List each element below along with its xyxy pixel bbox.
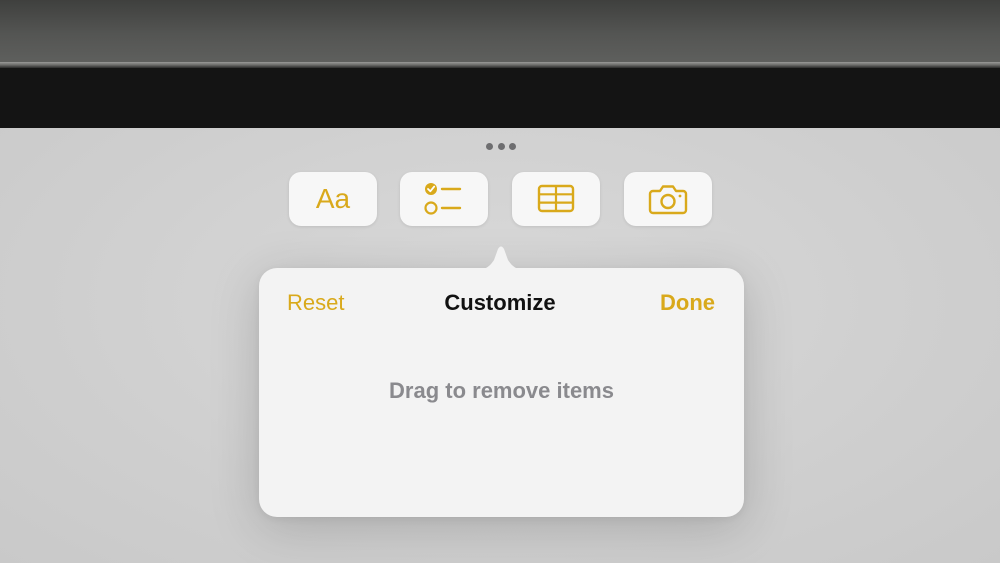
checklist-icon xyxy=(424,183,462,215)
device-bezel xyxy=(0,68,1000,128)
ellipsis-dot xyxy=(497,142,505,150)
table-icon xyxy=(537,184,575,213)
ellipsis-dot xyxy=(509,142,516,150)
done-button[interactable]: Done xyxy=(660,290,715,316)
checklist-button[interactable] xyxy=(400,172,488,226)
device-frame-top xyxy=(0,0,1000,62)
ellipsis-icon[interactable] xyxy=(486,141,516,151)
ellipsis-dot xyxy=(486,142,493,150)
camera-button[interactable] xyxy=(624,172,712,226)
reset-button[interactable]: Reset xyxy=(287,290,344,316)
popover-arrow xyxy=(476,246,526,270)
popover-title: Customize xyxy=(444,290,556,315)
drag-hint: Drag to remove items xyxy=(389,378,614,403)
text-format-icon: Aa xyxy=(315,183,351,214)
table-button[interactable] xyxy=(512,172,600,226)
camera-icon xyxy=(648,185,688,215)
format-button[interactable]: Aa xyxy=(289,172,377,226)
